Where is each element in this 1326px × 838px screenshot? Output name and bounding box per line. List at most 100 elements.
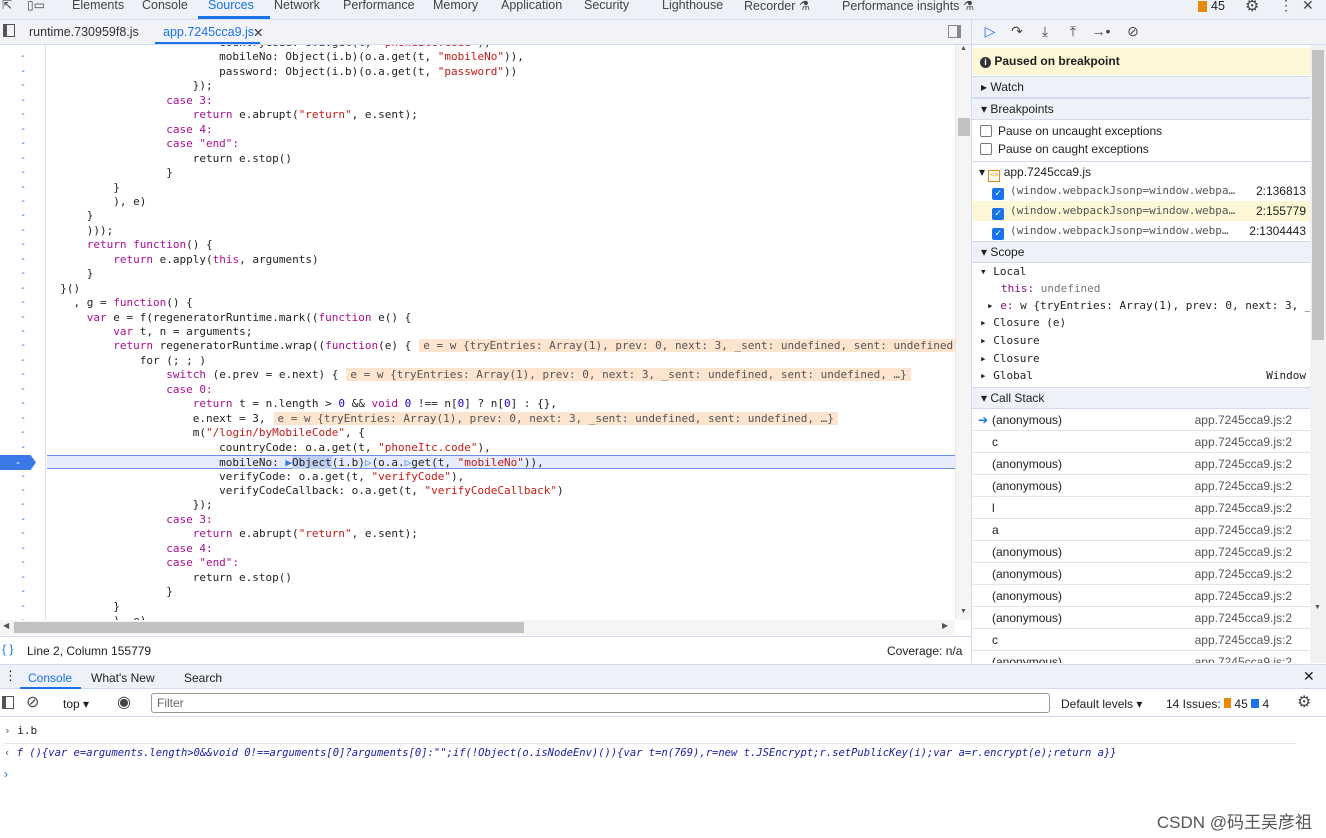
call-frame[interactable]: c app.7245cca9.js:2 [972,431,1310,453]
line-marker[interactable]: - [0,585,46,599]
drawer-menu-icon[interactable]: ⋮ [4,668,17,684]
line-marker[interactable]: - [0,209,46,223]
code-editor[interactable]: ----------------------------------------… [0,45,955,620]
tab-performance[interactable]: Performance [343,0,415,12]
line-marker[interactable]: - [0,470,46,484]
scope-global[interactable]: ▸ Global Window [972,367,1310,385]
scope-closure[interactable]: ▸ Closure [972,332,1310,350]
toggle-debugger-icon[interactable] [948,25,961,38]
tab-lighthouse[interactable]: Lighthouse [662,0,723,12]
code-horizontal-scrollbar[interactable]: ◀ ▶ [0,620,955,635]
line-marker[interactable]: - [0,441,46,455]
line-marker[interactable]: - [0,282,46,296]
step-out-icon[interactable]: ⤒ [1063,23,1083,40]
step-over-icon[interactable]: ↷ [1007,23,1027,40]
line-marker[interactable]: - [0,152,46,166]
resume-icon[interactable]: ▷ [980,23,1000,40]
inspect-element-icon[interactable]: ⇱ [2,0,12,12]
line-marker[interactable]: - [0,513,46,527]
issues-summary[interactable]: 14 Issues: 45 4 [1166,697,1269,711]
line-marker[interactable]: - [0,339,46,353]
issues-count[interactable]: 45 [1211,0,1225,13]
call-frame[interactable]: l app.7245cca9.js:2 [972,497,1310,519]
line-marker[interactable]: - [0,354,46,368]
watch-section-header[interactable]: ▸ Watch [972,76,1310,98]
line-gutter[interactable]: ----------------------------------------… [0,45,46,620]
line-marker[interactable]: - [0,600,46,614]
line-marker[interactable]: - [0,325,46,339]
scope-local[interactable]: ▾ Local [972,263,1310,280]
tab-recorder[interactable]: Recorder ⚗ [744,0,810,13]
breakpoint-checkbox[interactable]: ✓ [992,228,1004,240]
line-marker[interactable]: - [0,368,46,382]
file-tab-runtime[interactable]: runtime.730959f8.js [29,25,139,39]
line-marker[interactable]: - [0,426,46,440]
line-marker[interactable]: - [0,296,46,310]
line-marker[interactable]: - [0,556,46,570]
issues-warning-icon[interactable] [1198,1,1207,12]
line-marker[interactable]: - [0,311,46,325]
settings-icon[interactable]: ⚙ [1245,0,1259,16]
more-options-icon[interactable]: ⋮ [1279,0,1293,14]
console-sidebar-icon[interactable] [2,696,14,709]
call-frame[interactable]: a app.7245cca9.js:2 [972,519,1310,541]
line-marker[interactable]: - [0,181,46,195]
breakpoint-checkbox[interactable]: ✓ [992,188,1004,200]
line-marker[interactable]: - [0,108,46,122]
active-breakpoint-marker[interactable]: - [0,455,36,471]
breakpoints-section-header[interactable]: ▾ Breakpoints [972,98,1310,120]
line-marker[interactable]: - [0,195,46,209]
context-selector[interactable]: top ▾ [63,697,89,711]
step-icon[interactable]: →• [1091,23,1111,39]
scope-closure[interactable]: ▸ Closure [972,350,1310,368]
drawer-tab-whats-new[interactable]: What's New [91,671,155,685]
call-frame[interactable]: (anonymous) app.7245cca9.js:2 [972,607,1310,629]
line-marker[interactable]: - [0,412,46,426]
close-devtools-icon[interactable]: ✕ [1302,0,1314,14]
console-filter-input[interactable]: Filter [151,693,1050,713]
pause-uncaught-checkbox[interactable]: Pause on uncaught exceptions [972,121,1310,141]
breakpoint-item[interactable]: ✓ (window.webpackJsonp=window.webpa… 2:155… [972,201,1310,221]
line-marker[interactable]: - [0,79,46,93]
breakpoint-item[interactable]: ✓ (window.webpackJsonp=window.webpa… 2:136… [972,181,1310,201]
console-settings-icon[interactable]: ⚙ [1297,692,1311,712]
clear-console-icon[interactable]: ⊘ [26,692,39,712]
line-marker[interactable]: - [0,50,46,64]
device-toolbar-icon[interactable]: ▯▭ [27,0,45,12]
sidebar-scrollbar[interactable]: ▼ [1310,45,1326,663]
pretty-print-icon[interactable]: { } [2,642,13,656]
line-marker[interactable]: - [0,253,46,267]
scope-e[interactable]: ▸ e: w {tryEntries: Array(1), prev: 0, n… [972,297,1310,314]
line-marker[interactable]: - [0,123,46,137]
toggle-navigator-icon[interactable] [3,24,15,37]
log-levels-dropdown[interactable]: Default levels ▾ [1061,697,1142,711]
call-frame[interactable]: (anonymous) app.7245cca9.js:2 [972,585,1310,607]
call-frame[interactable]: (anonymous) app.7245cca9.js:2 [972,651,1310,663]
tab-security[interactable]: Security [584,0,629,12]
line-marker[interactable]: - [0,166,46,180]
tab-console[interactable]: Console [142,0,188,12]
line-marker[interactable]: - [0,65,46,79]
call-frame[interactable]: ➔ (anonymous) app.7245cca9.js:2 [972,409,1310,431]
line-marker[interactable]: - [0,527,46,541]
tab-performance-insights[interactable]: Performance insights ⚗ [842,0,974,13]
call-stack-section-header[interactable]: ▾ Call Stack [972,387,1310,409]
scope-section-header[interactable]: ▾ Scope [972,241,1310,263]
call-frame[interactable]: (anonymous) app.7245cca9.js:2 [972,475,1310,497]
scope-closure[interactable]: ▸ Closure (e) [972,314,1310,332]
close-tab-icon[interactable]: ✕ [253,25,263,40]
line-marker[interactable]: - [0,267,46,281]
line-marker[interactable]: - [0,224,46,238]
deactivate-breakpoints-icon[interactable]: ⊘ [1123,23,1143,40]
tab-network[interactable]: Network [274,0,320,12]
close-drawer-icon[interactable]: ✕ [1303,668,1315,685]
line-marker[interactable]: - [0,383,46,397]
line-marker[interactable]: - [0,397,46,411]
pause-caught-checkbox[interactable]: Pause on caught exceptions [972,139,1310,159]
console-output[interactable]: › i.b ‹ f (){var e=arguments.length>0&&v… [0,717,1326,838]
line-marker[interactable]: - [0,484,46,498]
line-marker[interactable]: - [0,571,46,585]
line-marker[interactable]: - [0,498,46,512]
tab-sources[interactable]: Sources [208,0,254,12]
line-marker[interactable]: - [0,542,46,556]
